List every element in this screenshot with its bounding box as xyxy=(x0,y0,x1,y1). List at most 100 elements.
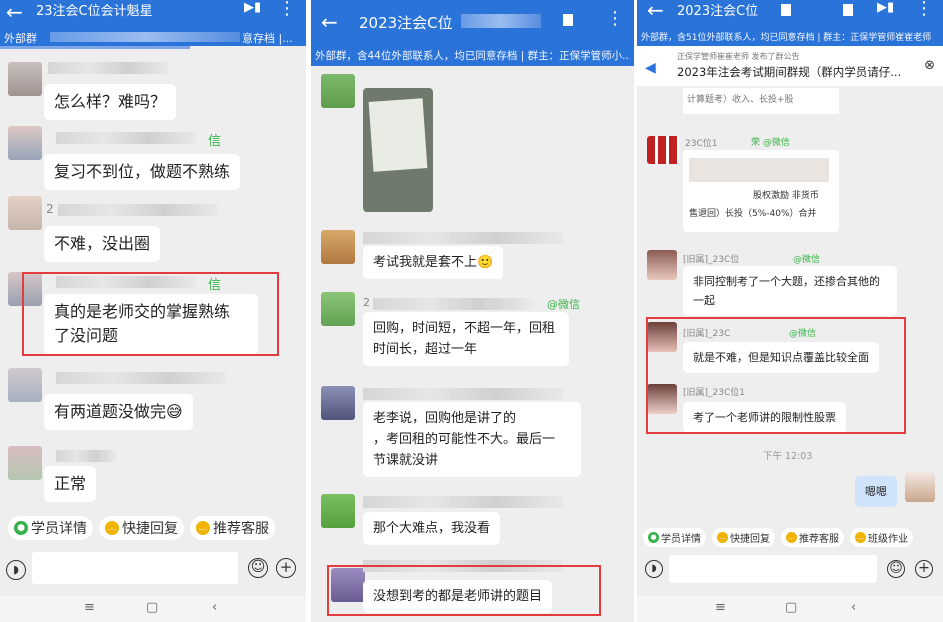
avatar[interactable] xyxy=(8,368,42,402)
toolbar-label: 推荐客服 xyxy=(799,534,839,545)
avatar[interactable] xyxy=(647,250,677,280)
sender-name xyxy=(363,232,563,244)
quick-reply-button[interactable]: … 快捷回复 xyxy=(712,528,775,547)
system-nav-bar: ≡ ▢ ‹ xyxy=(637,596,943,622)
sender-name xyxy=(58,204,218,216)
plus-icon[interactable]: + xyxy=(915,560,933,578)
service-icon: … xyxy=(786,532,797,543)
back-arrow-icon[interactable]: ← xyxy=(647,0,664,20)
sender-name xyxy=(56,132,196,144)
message-bubble[interactable]: 那个大难点，我没看 xyxy=(363,512,501,545)
chat-title: 2023注会C位 xyxy=(359,14,453,32)
highlight-box xyxy=(646,317,906,434)
own-message-bubble[interactable]: 嗯嗯 xyxy=(855,476,897,507)
message-bubble[interactable]: 考试我就是套不上🙂 xyxy=(363,246,504,279)
message-input[interactable] xyxy=(669,555,877,583)
more-options-icon[interactable]: ⋮ xyxy=(915,0,933,18)
homework-icon: … xyxy=(855,532,866,543)
message-line: 老李说，回购他是讲了的 xyxy=(373,411,517,426)
message-input[interactable] xyxy=(32,552,238,584)
back-arrow-icon[interactable]: ← xyxy=(321,12,338,32)
plus-icon[interactable]: + xyxy=(276,558,296,578)
toolbar-label: 推荐客服 xyxy=(213,521,269,537)
message-bubble[interactable]: 怎么样？难吗？ xyxy=(44,84,177,120)
avatar[interactable] xyxy=(321,230,355,264)
recommend-service-button[interactable]: … 推荐客服 xyxy=(190,516,275,540)
sender-name xyxy=(373,298,533,310)
avatar[interactable] xyxy=(8,446,42,480)
sender-name xyxy=(56,372,226,384)
sender-name xyxy=(363,388,563,400)
toolbar-label: 班级作业 xyxy=(868,534,908,545)
toolbar-label: 快捷回复 xyxy=(122,521,178,537)
sender-prefix: 2 xyxy=(363,296,370,309)
own-avatar[interactable] xyxy=(905,472,935,502)
message-bubble[interactable]: 回购，时间短，不超一年，回租 时间长，超过一年 xyxy=(363,312,569,366)
video-call-icon[interactable]: ▶▮ xyxy=(244,0,261,15)
chat-header: ← 2023注会C位 ▶▮ ⋮ 外部群，含51位外部联系人，均已同意存档 | 群… xyxy=(637,0,943,46)
sender-prefix: 2 xyxy=(46,202,54,216)
message-bubble[interactable]: 非同控制考了一个大题，还掺合其他的 一起 xyxy=(683,266,897,316)
home-nav-icon[interactable]: ▢ xyxy=(146,600,158,615)
emoji-icon[interactable]: ☺ xyxy=(248,558,268,578)
chat-subtitle: 外部群，含44位外部联系人，均已同意存档 | 群主：正保学管师小... xyxy=(315,50,630,62)
menu-nav-icon[interactable]: ≡ xyxy=(715,600,726,615)
student-details-button[interactable]: ● 学员详情 xyxy=(643,528,706,547)
avatar[interactable] xyxy=(8,126,42,160)
message-bubble[interactable]: 不难，没出圈 xyxy=(44,226,161,262)
class-homework-button[interactable]: … 班级作业 xyxy=(850,528,913,547)
chat-subtitle-right: 意存档 |... xyxy=(242,32,293,45)
message-line: 时间长，超过一年 xyxy=(373,342,478,357)
chat-icon: … xyxy=(105,521,119,535)
avatar[interactable] xyxy=(321,494,355,528)
home-nav-icon[interactable]: ▢ xyxy=(785,600,797,615)
title-marker xyxy=(843,4,853,16)
title-marker xyxy=(563,14,573,26)
message-bubble[interactable]: 老李说，回购他是讲了的 ，考回租的可能性不大。最后一 节课就没讲 xyxy=(363,402,581,477)
snippet-image xyxy=(689,158,829,182)
message-bubble[interactable]: 复习不到位，做题不熟练 xyxy=(44,154,241,190)
emoji-icon[interactable]: ☺ xyxy=(887,560,905,578)
avatar[interactable] xyxy=(321,292,355,326)
highlight-box xyxy=(327,565,601,616)
back-nav-icon[interactable]: ‹ xyxy=(851,600,856,615)
message-bubble[interactable]: 正常 xyxy=(44,466,97,502)
back-arrow-icon[interactable]: ← xyxy=(6,2,23,22)
more-options-icon[interactable]: ⋮ xyxy=(278,0,296,18)
avatar[interactable] xyxy=(321,74,355,108)
voice-icon[interactable]: ◗ xyxy=(645,560,663,578)
chat-icon: … xyxy=(717,532,728,543)
avatar[interactable] xyxy=(8,62,42,96)
notice-from: 正保学管师崔崔老师 发布了群公告 xyxy=(677,52,800,61)
more-options-icon[interactable]: ⋮ xyxy=(606,10,624,28)
message-bubble[interactable]: 有两道题没做完😅 xyxy=(44,394,193,430)
avatar[interactable] xyxy=(647,136,679,164)
notice-text: 2023年注会考试期间群规（群内学员请仔... xyxy=(677,65,902,79)
toolbar-label: 快捷回复 xyxy=(730,534,770,545)
quick-reply-button[interactable]: … 快捷回复 xyxy=(99,516,184,540)
video-call-icon[interactable]: ▶▮ xyxy=(877,0,894,15)
timestamp: 下午 12:03 xyxy=(763,451,813,462)
chat-header: ← 23注会C位会计魁星 ▶▮ ⋮ 外部群 意存档 |... xyxy=(0,0,306,46)
close-icon[interactable]: ⊗ xyxy=(924,58,935,73)
recommend-service-button[interactable]: … 推荐客服 xyxy=(781,528,844,547)
blurred-subtitle xyxy=(50,32,240,42)
sender-name: 23C位1 xyxy=(685,139,718,149)
chat-title: 2023注会C位 xyxy=(677,4,759,19)
chat-subtitle: 外部群，含51位外部联系人，均已同意存档 | 群主：正保学管师崔崔老师 xyxy=(641,33,932,43)
student-details-button[interactable]: ● 学员详情 xyxy=(8,516,93,540)
chat-panel-2: ← 2023注会C位 ⋮ 外部群，含44位外部联系人，均已同意存档 | 群主：正… xyxy=(311,0,634,622)
chat-panel-3: ← 2023注会C位 ▶▮ ⋮ 外部群，含51位外部联系人，均已同意存档 | 群… xyxy=(637,0,943,622)
service-icon: … xyxy=(196,521,210,535)
voice-icon[interactable]: ◗ xyxy=(6,560,26,580)
document-snippet[interactable]: 计算题考）收入、长投+股 xyxy=(683,88,839,114)
image-message[interactable] xyxy=(363,88,433,212)
group-notice-bar[interactable]: ◀ 正保学管师崔崔老师 发布了群公告 2023年注会考试期间群规（群内学员请仔.… xyxy=(637,46,943,86)
message-line: ，考回租的可能性不大。最后一 xyxy=(373,432,556,447)
avatar[interactable] xyxy=(321,386,355,420)
document-snippet[interactable]: 股权激励 非货币 售退回）长投（5%-40%）合并 xyxy=(683,150,839,232)
menu-nav-icon[interactable]: ≡ xyxy=(84,600,95,615)
chat-panel-1: ← 23注会C位会计魁星 ▶▮ ⋮ 外部群 意存档 |... 怎么样？难吗？ 信… xyxy=(0,0,306,622)
back-nav-icon[interactable]: ‹ xyxy=(212,600,217,615)
avatar[interactable] xyxy=(8,196,42,230)
